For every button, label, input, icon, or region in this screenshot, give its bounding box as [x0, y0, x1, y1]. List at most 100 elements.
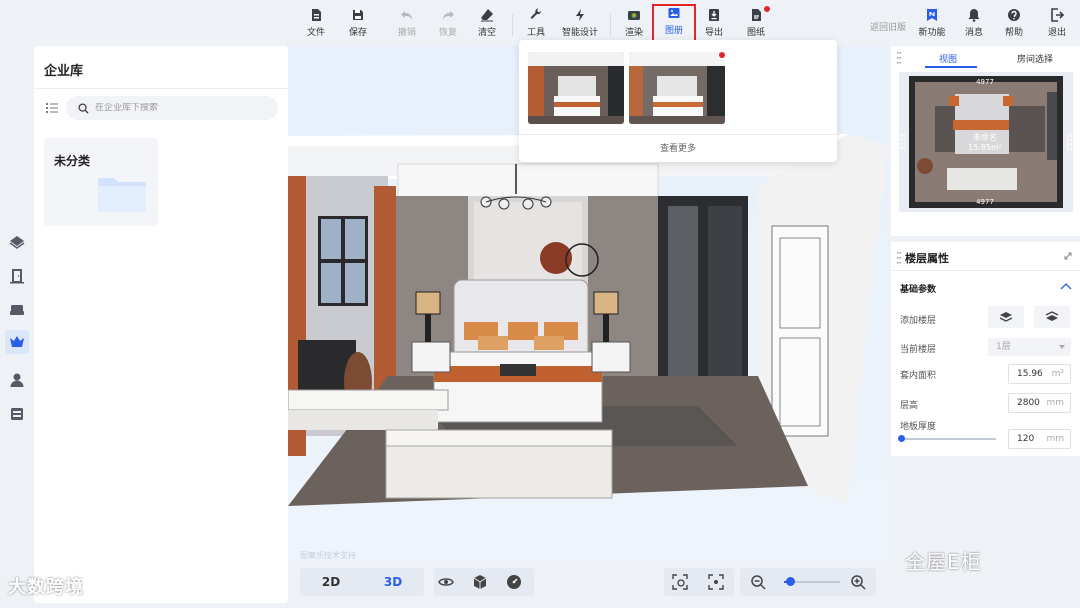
- undo-button[interactable]: 撤销: [387, 8, 427, 42]
- furniture-icon[interactable]: [5, 298, 29, 322]
- new-feature-icon: [927, 9, 937, 21]
- album-thumbnail[interactable]: [629, 52, 725, 124]
- cube-icon[interactable]: [472, 574, 488, 590]
- expand-icon[interactable]: [1064, 252, 1072, 260]
- album-button[interactable]: 图册: [652, 4, 696, 44]
- list-view-icon[interactable]: [46, 102, 58, 114]
- drawing-icon: [752, 9, 761, 21]
- undo-icon: [401, 11, 412, 20]
- drag-handle-icon[interactable]: [897, 252, 901, 264]
- slab-thickness-unit: mm: [1046, 434, 1064, 444]
- redo-button[interactable]: 恢复: [428, 8, 468, 42]
- clear-button[interactable]: 清空: [467, 8, 507, 42]
- redo-label: 恢复: [438, 28, 457, 38]
- floor-height-label: 层高: [900, 401, 919, 411]
- folder-card-uncategorized[interactable]: 未分类: [44, 138, 158, 226]
- wrench-icon: [530, 8, 542, 19]
- zoom-slider[interactable]: [784, 577, 840, 586]
- floor-properties-panel: 楼层属性 基础参数 添加楼层 当前楼层 1层 套内面积 15.96 m² 层高 …: [891, 242, 1080, 456]
- render-button[interactable]: 渲染: [614, 8, 654, 42]
- add-floor-below-button[interactable]: [988, 306, 1024, 328]
- help-label: 帮助: [1004, 28, 1023, 38]
- view-tools-group: [434, 568, 534, 596]
- zoom-handle[interactable]: [785, 577, 795, 586]
- logout-button[interactable]: 退出: [1037, 8, 1077, 42]
- smart-design-button[interactable]: 智能设计: [560, 8, 600, 42]
- floor-plan-drawing: 未命名 15.85m² 4977 4977 3222 3222: [899, 76, 1073, 208]
- focus-icon[interactable]: [708, 574, 724, 590]
- dashboard-icon[interactable]: [506, 574, 522, 590]
- watermark-left: 大数跨境: [8, 577, 84, 598]
- zoom-in-icon[interactable]: [850, 574, 866, 590]
- drawing-button[interactable]: 图纸: [736, 6, 776, 42]
- floor-plan-minimap[interactable]: 未命名 15.85m² 4977 4977 3222 3222: [899, 72, 1073, 212]
- add-floor-label: 添加楼层: [900, 316, 937, 326]
- tools-button[interactable]: 工具: [516, 8, 556, 42]
- camera-tools-group: [664, 568, 734, 596]
- basic-params-title: 基础参数: [900, 285, 937, 295]
- tools-label: 工具: [526, 28, 545, 38]
- export-label: 导出: [704, 28, 723, 38]
- floor-height-unit: mm: [1046, 398, 1064, 408]
- hard-decoration-icon[interactable]: [5, 230, 29, 254]
- help-button[interactable]: 帮助: [994, 8, 1034, 42]
- inner-area-field[interactable]: 15.96 m²: [1008, 364, 1071, 384]
- cabinet-icon[interactable]: [5, 402, 29, 426]
- zoom-out-icon[interactable]: [750, 574, 766, 590]
- top-toolbar: 文件 保存 撤销 恢复 清空 工具 智能设计 渲染 图册 导出 图纸 返回旧版 …: [0, 0, 1080, 44]
- current-floor-select[interactable]: 1层: [988, 338, 1071, 356]
- tab-view[interactable]: 视图: [939, 52, 957, 65]
- eye-icon[interactable]: [438, 574, 454, 590]
- floor-height-field[interactable]: 2800 mm: [1008, 393, 1071, 413]
- folder-name: 未分类: [54, 154, 91, 168]
- bedroom-render-thumbnail: [629, 52, 725, 124]
- user-icon[interactable]: [5, 368, 29, 392]
- drag-handle-icon[interactable]: [897, 52, 901, 64]
- lightning-icon: [576, 9, 584, 21]
- redo-icon: [443, 11, 454, 20]
- messages-button[interactable]: 消息: [954, 8, 994, 42]
- slab-thickness-field[interactable]: 120 mm: [1008, 429, 1071, 449]
- new-feature-label: 新功能: [918, 28, 946, 38]
- supplier-credit: 图案乐技术支持: [300, 551, 356, 560]
- slider-handle[interactable]: [898, 435, 905, 442]
- library-title: 企业库: [44, 64, 84, 79]
- undo-label: 撤销: [397, 28, 416, 38]
- chevron-up-icon[interactable]: [1060, 282, 1072, 290]
- view-more-link[interactable]: 查看更多: [519, 134, 837, 162]
- library-search-input[interactable]: [95, 103, 265, 113]
- back-to-old-version-link[interactable]: 返回旧版: [870, 20, 906, 33]
- render-label: 渲染: [624, 28, 643, 38]
- slab-thickness-value: 120: [1017, 434, 1035, 444]
- inner-area-value: 15.96: [1017, 369, 1043, 379]
- tab-room-select[interactable]: 房间选择: [1017, 52, 1053, 65]
- current-floor-value: 1层: [996, 342, 1011, 352]
- dimension-right: 3222: [1065, 133, 1073, 151]
- eraser-icon: [481, 9, 493, 22]
- export-button[interactable]: 导出: [694, 8, 734, 42]
- mode-2d-button[interactable]: 2D: [300, 568, 362, 596]
- toolbar-divider: [512, 14, 513, 36]
- logout-icon: [1051, 8, 1064, 22]
- view-panel: 视图 房间选择 未命名 15.85m² 4977 4977 3222 3222: [891, 46, 1080, 236]
- file-icon: [312, 9, 321, 21]
- divider: [891, 270, 1080, 271]
- floor-height-value: 2800: [1017, 398, 1040, 408]
- dimension-top: 4977: [976, 78, 994, 86]
- divider: [34, 88, 288, 89]
- new-feature-button[interactable]: 新功能: [912, 8, 952, 42]
- save-button[interactable]: 保存: [338, 8, 378, 42]
- slab-thickness-slider[interactable]: [898, 435, 996, 442]
- file-button[interactable]: 文件: [296, 8, 336, 42]
- active-tab-indicator: [925, 66, 977, 68]
- door-window-icon[interactable]: [5, 264, 29, 288]
- mode-3d-button[interactable]: 3D: [362, 568, 424, 596]
- album-thumbnail[interactable]: [528, 52, 624, 124]
- save-label: 保存: [348, 28, 367, 38]
- fit-view-icon[interactable]: [672, 574, 688, 590]
- add-floor-above-button[interactable]: [1034, 306, 1070, 328]
- enterprise-library-icon[interactable]: [5, 330, 29, 354]
- bottom-toolbar: 图案乐技术支持 2D 3D: [288, 551, 888, 604]
- save-icon: [353, 10, 363, 20]
- image-album-icon: [668, 8, 680, 18]
